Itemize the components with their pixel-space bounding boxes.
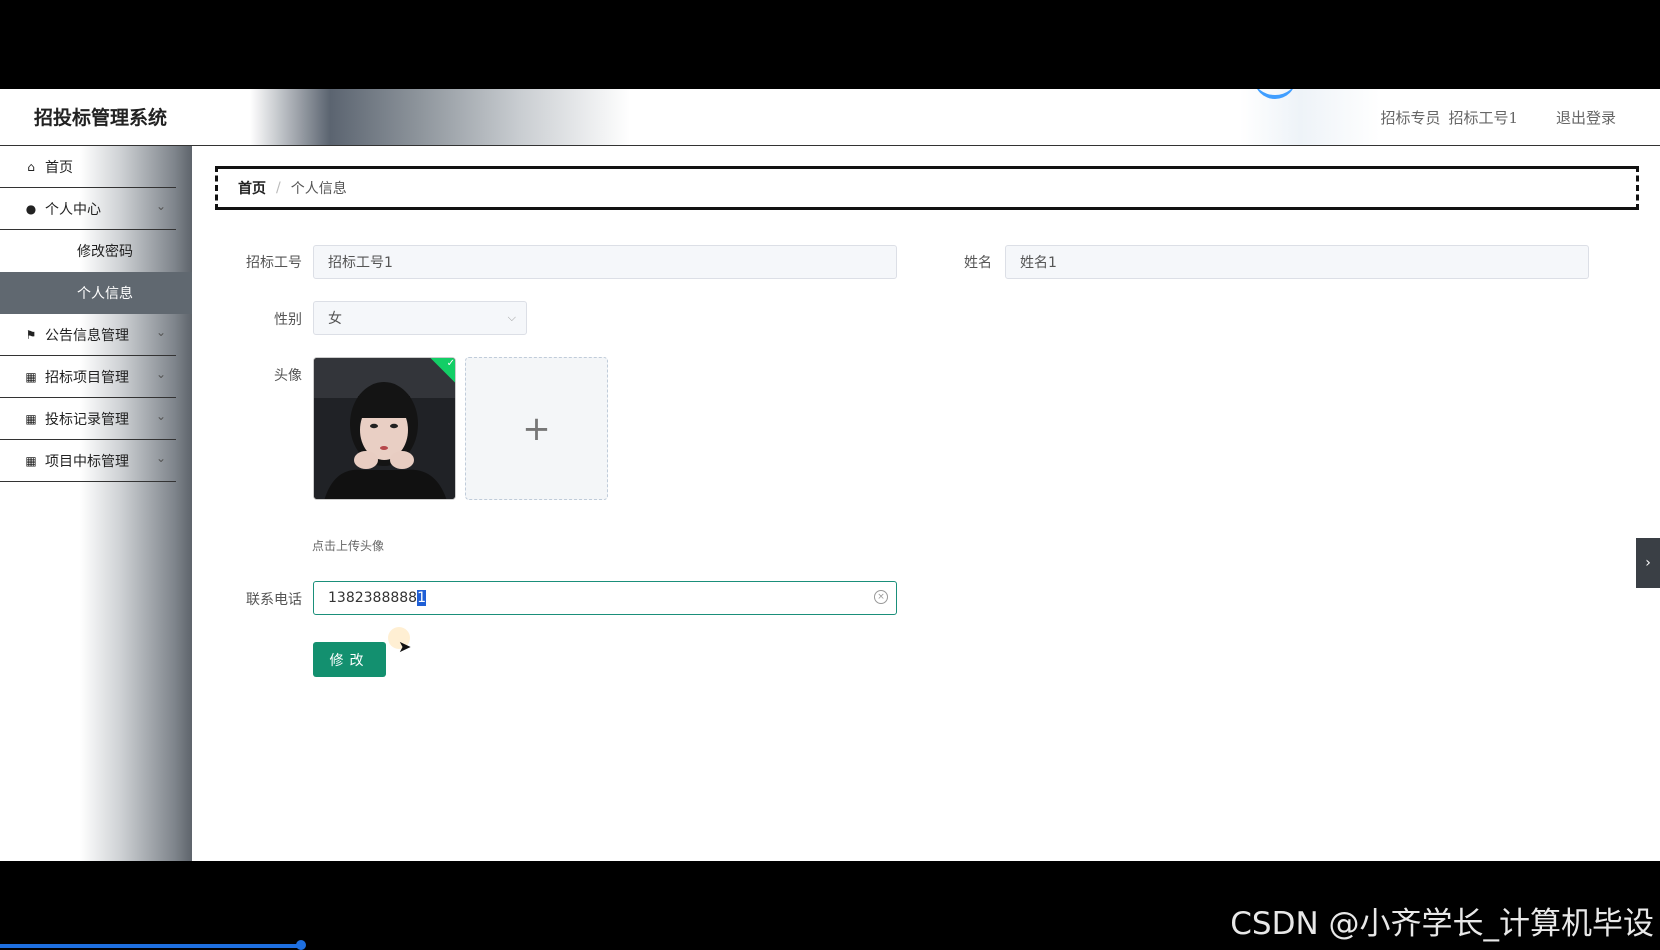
video-progress-bar[interactable] [0,944,300,948]
clear-icon[interactable]: × [874,590,888,604]
sidebar-item-change-password[interactable]: 修改密码 [0,230,192,272]
user-info: 招标专员 招标工号1 [1380,107,1526,128]
watermark: CSDN @小齐学长_计算机毕设 [1230,906,1654,942]
name-input[interactable]: 姓名1 [1005,245,1589,279]
chevron-down-icon: ⌄ [155,409,166,423]
user-role: 招标专员 [1380,109,1441,127]
phone-input[interactable]: 1382388888 1 × [313,581,897,615]
chevron-down-icon: ⌄ [155,451,166,465]
grid-icon: ▦ [25,453,37,468]
breadcrumb-separator: / [276,180,281,196]
user-name: 招标工号1 [1448,109,1518,127]
sidebar-item-bid-records[interactable]: ▦ 投标记录管理 ⌄ [0,398,176,440]
video-progress-handle[interactable] [296,940,306,950]
gender-select[interactable]: 女 ⌵ [313,301,527,335]
logout-link[interactable]: 退出登录 [1556,107,1616,128]
sidebar-item-label: 项目中标管理 [45,453,129,470]
chevron-down-icon: ⌄ [155,367,166,381]
sidebar-item-label: 修改密码 [77,244,133,260]
submit-button[interactable]: 修改 [313,642,386,677]
home-icon: ⌂ [27,159,35,174]
breadcrumb-current: 个人信息 [290,181,347,197]
sidebar-item-personal-center[interactable]: ● 个人中心 ⌄ [0,188,176,230]
upload-hint: 点击上传头像 [312,539,385,553]
user-icon: ● [25,201,37,216]
flag-icon: ⚑ [25,327,37,342]
sidebar-item-label: 招标项目管理 [45,369,129,386]
sidebar-item-label: 个人中心 [45,201,101,218]
sidebar-item-home[interactable]: ⌂ 首页 [0,146,176,188]
system-title: 招投标管理系统 [34,107,168,129]
header-decoration [1254,89,1296,99]
sidebar-item-personal-info[interactable]: 个人信息 [0,272,192,314]
phone-label: 联系电话 [246,592,302,608]
avatar-label: 头像 [274,368,302,384]
avatar-image[interactable]: ✓ [313,357,456,500]
mouse-cursor-icon: ➤ [398,637,412,656]
sidebar: ⌂ 首页 ● 个人中心 ⌄ 修改密码 个人信息 ⚑ 公告信息管理 ⌄ ▦ 招标项… [0,146,192,861]
sidebar-item-label: 公告信息管理 [45,327,129,344]
breadcrumb-home[interactable]: 首页 [238,178,266,198]
phone-value: 1382388888 [328,590,418,606]
grid-icon: ▦ [25,411,37,426]
phone-selected-text: 1 [417,590,426,606]
chevron-down-icon: ⌵ [507,311,516,324]
plus-icon: + [522,408,551,449]
tender-id-value: 招标工号1 [328,255,393,271]
top-header: 招投标管理系统 招标专员 招标工号1 退出登录 [0,89,1660,146]
sidebar-item-award-management[interactable]: ▦ 项目中标管理 ⌄ [0,440,176,482]
name-value: 姓名1 [1020,255,1057,271]
sidebar-item-label: 个人信息 [77,286,133,302]
sidebar-item-announcements[interactable]: ⚑ 公告信息管理 ⌄ [0,314,176,356]
chevron-down-icon: ⌄ [155,199,166,213]
gender-value: 女 [328,311,342,327]
sidebar-item-label: 首页 [45,159,73,176]
right-panel-toggle[interactable]: › [1636,538,1660,588]
sidebar-item-tender-projects[interactable]: ▦ 招标项目管理 ⌄ [0,356,176,398]
grid-icon: ▦ [25,369,37,384]
gender-label: 性别 [274,312,302,328]
app-window: 招投标管理系统 招标专员 招标工号1 退出登录 ⌂ 首页 ● 个人中心 ⌄ 修改密… [0,89,1660,861]
sidebar-item-label: 投标记录管理 [45,411,129,428]
check-icon: ✓ [446,357,455,369]
chevron-down-icon: ⌄ [155,325,166,339]
chevron-right-icon: › [1645,555,1651,571]
name-label: 姓名 [964,255,992,271]
tender-id-input[interactable]: 招标工号1 [313,245,897,279]
breadcrumb: 首页 / 个人信息 [215,166,1639,210]
tender-id-label: 招标工号 [246,255,302,271]
avatar-upload-button[interactable]: + [465,357,608,500]
avatar-portrait [314,358,455,499]
